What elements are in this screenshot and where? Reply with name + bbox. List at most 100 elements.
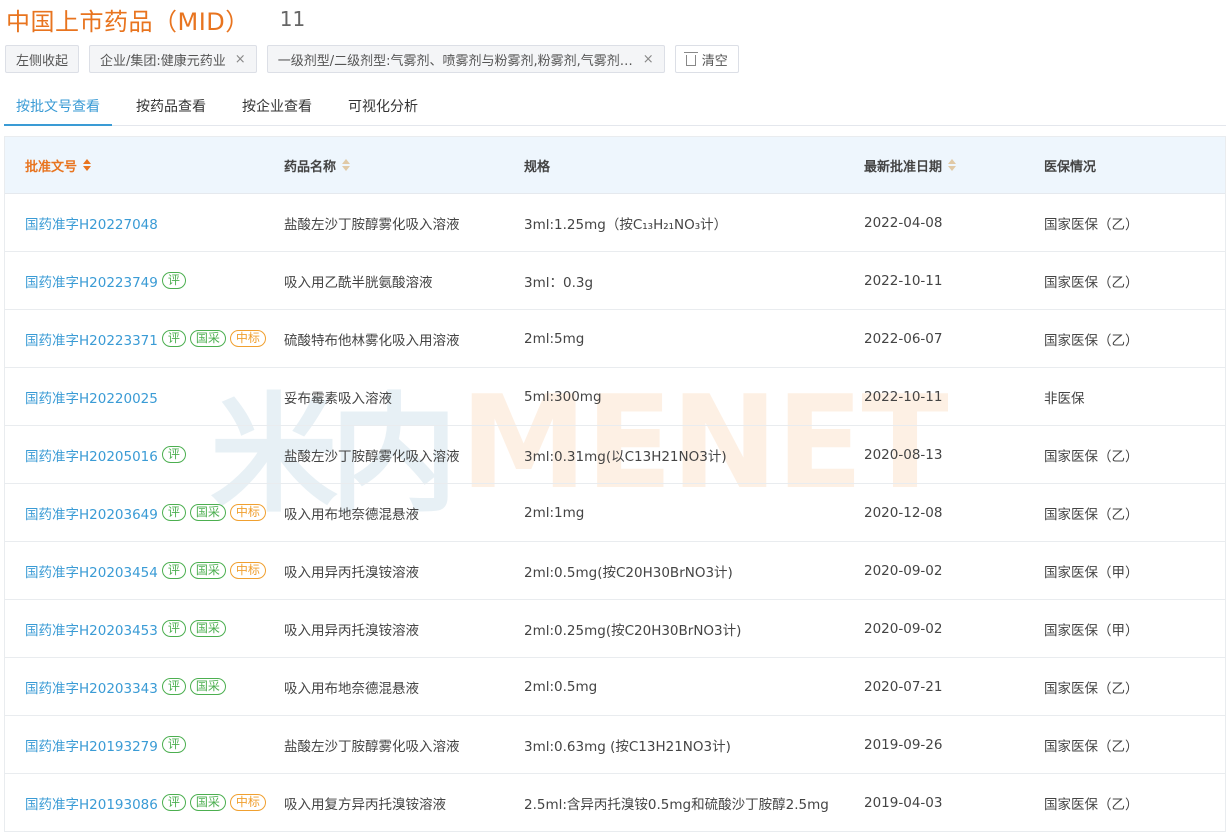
badge-guocai: 国采 [189, 504, 226, 521]
table-row: 国药准字H20193279 评盐酸左沙丁胺醇雾化吸入溶液 3ml:0.63mg (按… [5, 716, 1225, 774]
badge-ping: 评 [161, 446, 186, 463]
approval-number-link[interactable]: 国药准字H20203343 [25, 677, 158, 697]
cell-spec: 2ml:0.5mg(按C20H30BrNO3计) [524, 564, 733, 581]
cell-approval: 国药准字H20220025 [5, 387, 284, 407]
cell-date: 2022-06-07 [864, 330, 943, 347]
cell-approval: 国药准字H20193086 评国采 中标 [5, 793, 284, 813]
cell-drug-name: 盐酸左沙丁胺醇雾化吸入溶液 [284, 216, 460, 233]
approval-number-link[interactable]: 国药准字H20220025 [25, 387, 158, 407]
column-header-insurance: 医保情况 [1044, 156, 1224, 175]
cell-drug-name: 吸入用乙酰半胱氨酸溶液 [284, 274, 433, 291]
badge-ping: 评 [161, 272, 186, 289]
cell-spec: 3ml:0.63mg (按C13H21NO3计) [524, 738, 731, 755]
cell-date: 2020-09-02 [864, 562, 943, 579]
cell-insurance: 国家医保（甲） [1044, 564, 1139, 581]
table-row: 国药准字H20203454 评国采 中标 吸入用异丙托溴铵溶液 2ml:0.5mg(按C… [5, 542, 1225, 600]
collapse-sidebar-label: 左侧收起 [16, 53, 69, 69]
tab-by-drug[interactable]: 按药品查看 [124, 96, 218, 126]
table-row: 国药准字H20223749 评吸入用乙酰半胱氨酸溶液 3ml：0.3g 2022-10… [5, 252, 1225, 310]
cell-spec: 3ml：0.3g [524, 274, 594, 291]
column-header-date[interactable]: 最新批准日期 [864, 156, 1044, 175]
cell-date: 2020-07-21 [864, 678, 943, 695]
cell-insurance: 国家医保（乙） [1044, 738, 1139, 755]
sort-icon[interactable] [83, 159, 92, 171]
cell-insurance: 国家医保（乙） [1044, 332, 1139, 349]
approval-number-link[interactable]: 国药准字H20223371 [25, 329, 158, 349]
column-header-spec: 规格 [524, 156, 864, 175]
approval-number-link[interactable]: 国药准字H20203453 [25, 619, 158, 639]
page-title: 中国上市药品（MID） [6, 7, 250, 36]
close-icon[interactable]: × [235, 52, 246, 67]
cell-approval: 国药准字H20223371 评国采 中标 [5, 329, 284, 349]
cell-spec: 2ml:5mg [524, 330, 585, 347]
table-row: 国药准字H20223371 评国采 中标 硫酸特布他林雾化吸入用溶液 2ml:5mg 20… [5, 310, 1225, 368]
table-row: 国药准字H20203343 评国采 吸入用布地奈德混悬液 2ml:0.5mg 2020-… [5, 658, 1225, 716]
collapse-sidebar-button[interactable]: 左侧收起 [5, 45, 80, 73]
cell-date: 2020-09-02 [864, 620, 943, 637]
tab-by-company[interactable]: 按企业查看 [230, 96, 324, 126]
clear-filters-label: 清空 [701, 53, 728, 69]
cell-date: 2020-12-08 [864, 504, 943, 521]
tab-visual-analysis[interactable]: 可视化分析 [336, 96, 430, 126]
filter-chip-company-label: 企业/集团:健康元药业 [100, 53, 226, 69]
badge-guocai: 国采 [189, 678, 226, 695]
column-header-label: 医保情况 [1044, 159, 1097, 175]
cell-drug-name: 吸入用异丙托溴铵溶液 [284, 564, 419, 581]
badge-ping: 评 [161, 620, 186, 637]
cell-date: 2019-09-26 [864, 736, 943, 753]
cell-insurance: 国家医保（乙） [1044, 796, 1139, 813]
badge-ping: 评 [161, 330, 186, 347]
badge-zhongbiao: 中标 [229, 794, 266, 811]
filter-chip-dosage-form[interactable]: 一级剂型/二级剂型:气雾剂、喷雾剂与粉雾剂,粉雾剂,气雾剂,吸入溶液 × [266, 45, 665, 73]
column-header-label: 最新批准日期 [864, 159, 943, 175]
cell-insurance: 国家医保（乙） [1044, 216, 1139, 233]
cell-spec: 3ml:0.31mg(以C13H21NO3计) [524, 448, 727, 465]
approval-number-link[interactable]: 国药准字H20193279 [25, 735, 158, 755]
sort-icon[interactable] [948, 159, 957, 171]
cell-insurance: 国家医保（乙） [1044, 680, 1139, 697]
close-icon[interactable]: × [643, 52, 654, 67]
badge-ping: 评 [161, 562, 186, 579]
badge-ping: 评 [161, 736, 186, 753]
column-header-drug-name[interactable]: 药品名称 [284, 156, 524, 175]
badge-ping: 评 [161, 678, 186, 695]
column-header-label: 批准文号 [25, 159, 78, 175]
cell-approval: 国药准字H20227048 [5, 213, 284, 233]
column-header-approval[interactable]: 批准文号 [5, 156, 284, 175]
badge-guocai: 国采 [189, 330, 226, 347]
tab-by-approval[interactable]: 按批文号查看 [4, 96, 112, 126]
approval-number-link[interactable]: 国药准字H20193086 [25, 793, 158, 813]
cell-drug-name: 吸入用布地奈德混悬液 [284, 680, 419, 697]
cell-insurance: 非医保 [1044, 390, 1085, 407]
cell-drug-name: 盐酸左沙丁胺醇雾化吸入溶液 [284, 738, 460, 755]
title-row: 中国上市药品（MID） 11 [6, 2, 305, 36]
cell-approval: 国药准字H20193279 评 [5, 735, 284, 755]
approval-number-link[interactable]: 国药准字H20205016 [25, 445, 158, 465]
badge-guocai: 国采 [189, 562, 226, 579]
cell-approval: 国药准字H20203453 评国采 [5, 619, 284, 639]
sort-icon[interactable] [342, 159, 351, 171]
trash-icon [683, 51, 698, 66]
table-row: 国药准字H20220025 妥布霉素吸入溶液 5ml:300mg 2022-10-11… [5, 368, 1225, 426]
approval-number-link[interactable]: 国药准字H20203649 [25, 503, 158, 523]
cell-approval: 国药准字H20205016 评 [5, 445, 284, 465]
cell-approval: 国药准字H20203454 评国采 中标 [5, 561, 284, 581]
cell-insurance: 国家医保（乙） [1044, 448, 1139, 465]
cell-drug-name: 吸入用布地奈德混悬液 [284, 506, 419, 523]
cell-spec: 2ml:0.25mg(按C20H30BrNO3计) [524, 622, 742, 639]
badge-guocai: 国采 [189, 794, 226, 811]
table-header: 批准文号 药品名称 规格 最新批准日期 医保情况 [5, 137, 1225, 194]
cell-approval: 国药准字H20203649 评国采 中标 [5, 503, 284, 523]
approval-number-link[interactable]: 国药准字H20203454 [25, 561, 158, 581]
clear-filters-button[interactable]: 清空 [674, 45, 739, 73]
cell-spec: 2ml:0.5mg [524, 678, 598, 695]
cell-date: 2022-04-08 [864, 214, 943, 231]
filter-chip-company[interactable]: 企业/集团:健康元药业 × [89, 45, 257, 73]
approval-number-link[interactable]: 国药准字H20223749 [25, 271, 158, 291]
column-header-label: 规格 [524, 159, 551, 175]
filter-chip-dosage-form-label: 一级剂型/二级剂型:气雾剂、喷雾剂与粉雾剂,粉雾剂,气雾剂,吸入溶液 [277, 53, 634, 69]
cell-date: 2022-10-11 [864, 388, 943, 405]
cell-date: 2020-08-13 [864, 446, 943, 463]
table-row: 国药准字H20193086 评国采 中标 吸入用复方异丙托溴铵溶液 2.5ml:含异丙托… [5, 774, 1225, 832]
approval-number-link[interactable]: 国药准字H20227048 [25, 213, 158, 233]
